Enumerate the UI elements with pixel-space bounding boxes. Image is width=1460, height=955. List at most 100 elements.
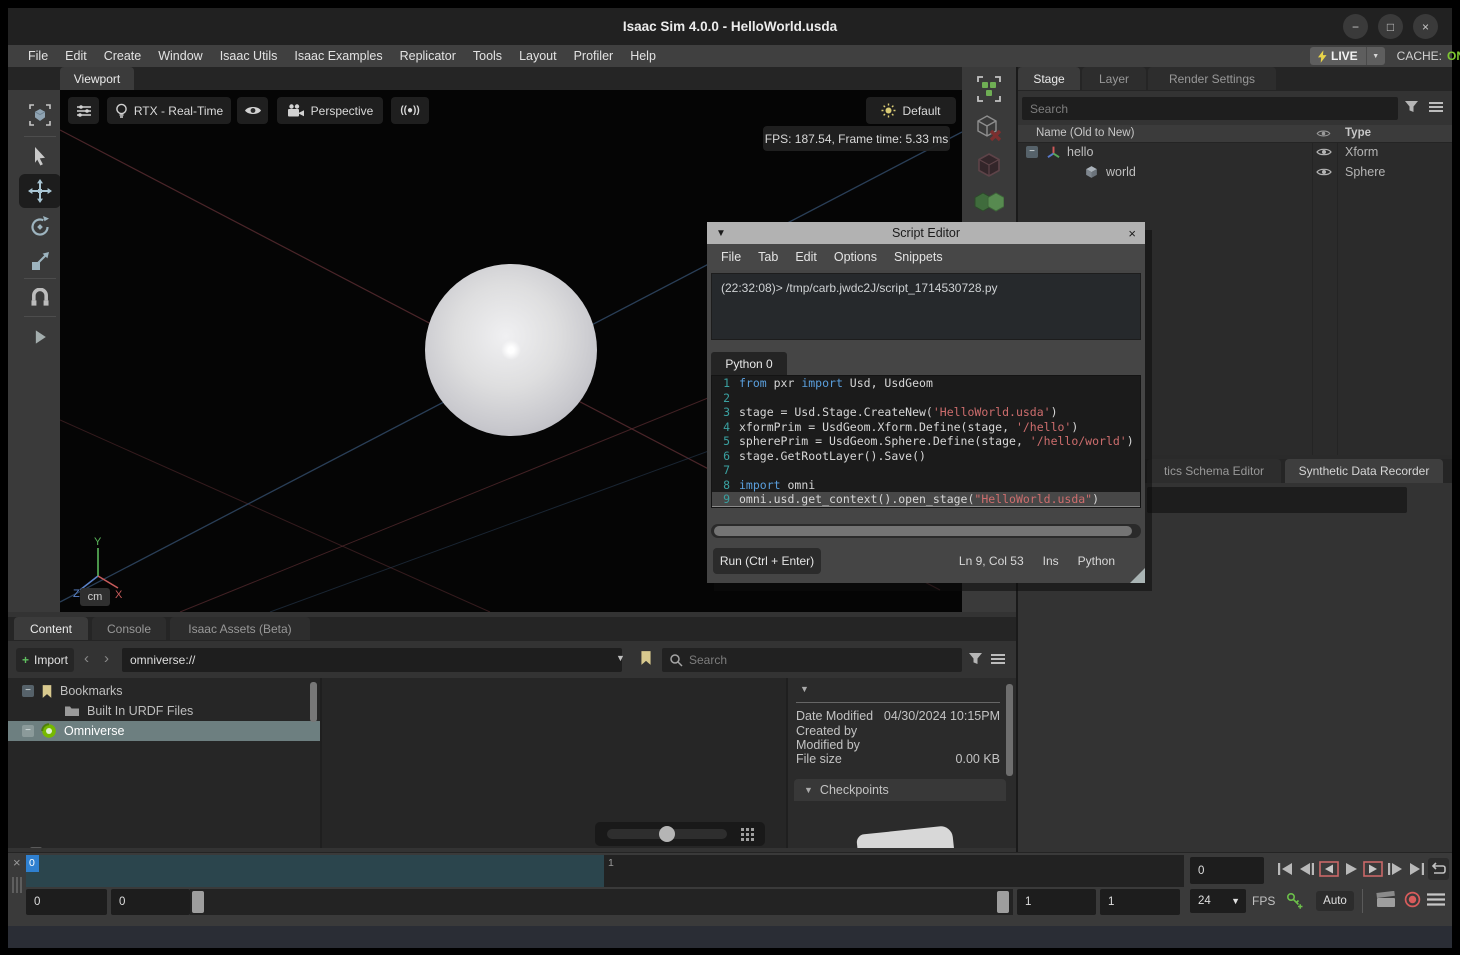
code-line[interactable]: 4xformPrim = UsdGeom.Xform.Define(stage,… xyxy=(712,420,1140,435)
collapse-toggle[interactable]: − xyxy=(30,847,42,848)
loop-start-field[interactable]: 0 xyxy=(111,889,190,915)
run-button[interactable]: Run (Ctrl + Enter) xyxy=(713,548,821,574)
code-line[interactable]: 1from pxr import Usd, UsdGeom xyxy=(712,376,1140,391)
range-slider-left-handle[interactable] xyxy=(192,891,204,913)
zoom-slider-handle[interactable] xyxy=(659,826,675,842)
tree-item-bookmarks[interactable]: − Bookmarks xyxy=(8,681,320,701)
code-hscrollbar[interactable] xyxy=(711,524,1141,538)
stage-filter-button[interactable] xyxy=(1404,100,1419,113)
se-menu-options[interactable]: Options xyxy=(834,250,877,264)
timeline-range-region[interactable] xyxy=(26,855,604,887)
goto-timeline-start-button[interactable] xyxy=(1274,858,1295,880)
menu-file[interactable]: File xyxy=(28,49,48,63)
timeline-drag-handle[interactable] xyxy=(12,877,14,893)
step-forward-button[interactable] xyxy=(1384,858,1405,880)
tree-scrollbar[interactable] xyxy=(310,682,317,722)
close-button[interactable]: × xyxy=(1413,14,1438,39)
maximize-button[interactable]: □ xyxy=(1378,14,1403,39)
timeline-options-button[interactable] xyxy=(1426,893,1446,906)
select-tool[interactable] xyxy=(19,140,61,174)
se-menu-edit[interactable]: Edit xyxy=(795,250,817,264)
collapse-toggle[interactable]: − xyxy=(22,685,34,697)
prim-name[interactable]: world xyxy=(1106,165,1136,179)
tab-render-settings[interactable]: Render Settings xyxy=(1148,67,1276,90)
content-options-button[interactable] xyxy=(990,653,1006,665)
resize-grip[interactable] xyxy=(1130,568,1145,583)
path-input[interactable] xyxy=(122,648,622,672)
play-button[interactable] xyxy=(1340,858,1361,880)
tree-item-urdf-files[interactable]: Built In URDF Files xyxy=(8,701,320,721)
details-collapse-button[interactable]: ▼ xyxy=(800,684,809,694)
capture-button[interactable] xyxy=(1376,891,1397,909)
tab-console[interactable]: Console xyxy=(92,617,166,640)
camera-selector[interactable]: Perspective xyxy=(277,97,383,124)
code-line[interactable]: 3stage = Usd.Stage.CreateNew('HelloWorld… xyxy=(712,405,1140,420)
visibility-eye-icon[interactable] xyxy=(1316,167,1332,177)
script-editor-close-button[interactable]: × xyxy=(1128,226,1136,241)
menu-isaac-examples[interactable]: Isaac Examples xyxy=(294,49,382,63)
code-line[interactable]: 6stage.GetRootLayer().Save() xyxy=(712,449,1140,464)
menu-profiler[interactable]: Profiler xyxy=(574,49,614,63)
name-column-header[interactable]: Name (Old to New) xyxy=(1036,127,1134,139)
menu-edit[interactable]: Edit xyxy=(65,49,87,63)
menu-tools[interactable]: Tools xyxy=(473,49,502,63)
type-column-header[interactable]: Type xyxy=(1345,127,1371,139)
tab-content[interactable]: Content xyxy=(14,617,88,640)
checkpoints-header[interactable]: ▼ Checkpoints xyxy=(794,779,1006,801)
details-scrollbar[interactable] xyxy=(1006,684,1013,776)
collapse-toggle[interactable]: − xyxy=(22,725,34,737)
menu-window[interactable]: Window xyxy=(158,49,202,63)
collapse-toggle[interactable]: − xyxy=(1026,146,1038,158)
stage-row-hello[interactable]: − hello Xform xyxy=(1018,142,1452,162)
recorder-field[interactable] xyxy=(1147,487,1407,513)
visibility-button[interactable] xyxy=(237,97,268,124)
range-slider[interactable] xyxy=(190,889,1013,915)
start-time-field[interactable]: 0 xyxy=(26,889,107,915)
tab-viewport[interactable]: Viewport xyxy=(60,67,134,90)
snap-tool[interactable] xyxy=(19,282,61,316)
rigid-body-tool[interactable] xyxy=(974,187,1004,219)
lighting-preset-button[interactable]: Default xyxy=(866,97,956,124)
live-sync-button[interactable]: LIVE xyxy=(1310,47,1366,65)
code-line[interactable]: 2 xyxy=(712,391,1140,406)
visibility-eye-icon[interactable] xyxy=(1316,147,1332,157)
loop-end-field[interactable]: 1 xyxy=(1017,889,1096,915)
tab-isaac-assets[interactable]: Isaac Assets (Beta) xyxy=(170,617,310,640)
tab-layer[interactable]: Layer xyxy=(1082,67,1146,90)
loop-toggle-button[interactable] xyxy=(1428,858,1449,880)
tab-synthetic-data-recorder[interactable]: Synthetic Data Recorder xyxy=(1285,459,1443,483)
menu-create[interactable]: Create xyxy=(104,49,142,63)
range-slider-right-handle[interactable] xyxy=(997,891,1009,913)
timeline-close-button[interactable]: × xyxy=(13,855,21,870)
code-line[interactable]: 5spherePrim = UsdGeom.Sphere.Define(stag… xyxy=(712,434,1140,449)
tab-python-0[interactable]: Python 0 xyxy=(711,352,787,375)
stage-search-input[interactable] xyxy=(1022,97,1398,120)
se-menu-tab[interactable]: Tab xyxy=(758,250,778,264)
auto-key-button[interactable]: Auto xyxy=(1316,891,1354,911)
content-search-input[interactable] xyxy=(689,650,939,670)
play-forward-button[interactable] xyxy=(1362,858,1383,880)
record-button[interactable] xyxy=(1404,891,1421,908)
nav-back-button[interactable]: ‹ xyxy=(84,650,89,667)
add-keyframe-button[interactable] xyxy=(1286,892,1303,909)
code-line[interactable]: 9omni.usd.get_context().open_stage("Hell… xyxy=(712,492,1140,507)
select-prims-tool[interactable] xyxy=(974,73,1004,105)
end-time-field[interactable]: 1 xyxy=(1100,889,1180,915)
fps-dropdown[interactable]: 24 ▼ xyxy=(1190,889,1246,913)
script-editor-titlebar[interactable]: ▼ Script Editor × xyxy=(707,222,1145,244)
render-capture-button[interactable]: ((●)) xyxy=(391,97,429,124)
tree-item-omniverse[interactable]: − Omniverse xyxy=(8,721,320,741)
grid-view-icon[interactable] xyxy=(741,828,754,841)
code-line[interactable]: 8import omni xyxy=(712,478,1140,493)
se-menu-file[interactable]: File xyxy=(721,250,741,264)
timeline-ruler[interactable]: 0 1 xyxy=(26,855,1184,887)
current-frame-field[interactable]: 0 xyxy=(1190,857,1264,884)
code-line[interactable]: 7 xyxy=(712,463,1140,478)
script-output-console[interactable]: (22:32:08)> /tmp/carb.jwdc2J/script_1714… xyxy=(711,273,1141,340)
play-simulation-button[interactable] xyxy=(19,320,61,354)
step-backward-button[interactable] xyxy=(1296,858,1317,880)
menu-isaac-utils[interactable]: Isaac Utils xyxy=(220,49,278,63)
tab-semantics-schema-editor[interactable]: tics Schema Editor xyxy=(1147,459,1281,483)
hscrollbar-thumb[interactable] xyxy=(714,526,1132,536)
code-editor[interactable]: 1from pxr import Usd, UsdGeom23stage = U… xyxy=(711,375,1141,508)
